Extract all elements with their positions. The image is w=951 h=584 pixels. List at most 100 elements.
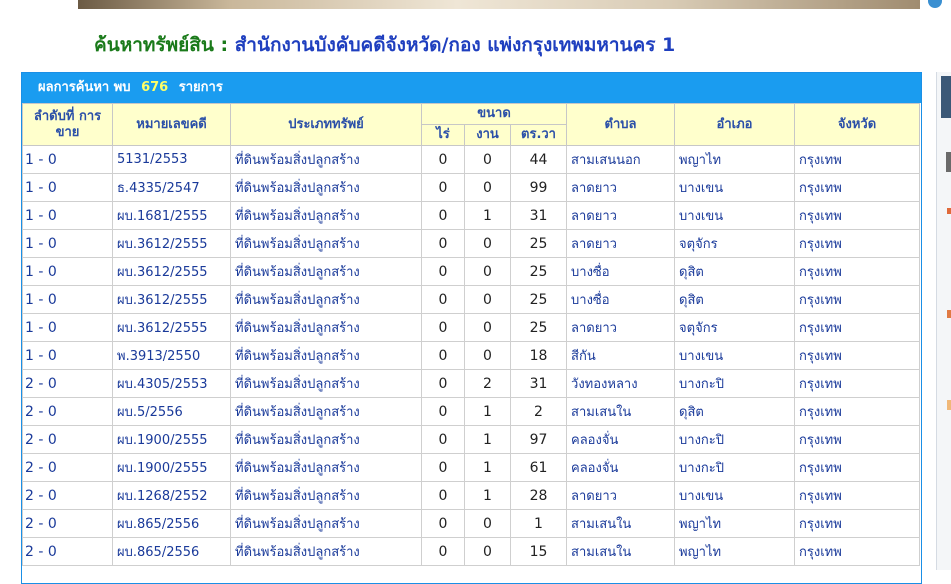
wa-cell: 25 (509, 229, 568, 258)
table-row[interactable]: 1 - 0 พ.3913/2550 ที่ดินพร้อมสิ่งปลูกสร้าง… (22, 341, 921, 370)
table-row[interactable]: 2 - 0 ผบ.1268/2552 ที่ดินพร้อมสิ่งปลูกสร้า… (22, 481, 921, 510)
province-cell: กรุงเทพ (794, 285, 921, 314)
table-row[interactable]: 2 - 0 ผบ.1900/2555 ที่ดินพร้อมสิ่งปลูกสร้า… (22, 425, 921, 454)
table-row[interactable]: 1 - 0 ธ.4335/2547 ที่ดินพร้อมสิ่งปลูกสร้าง… (22, 173, 921, 202)
amphoe-cell: พญาไท (674, 537, 796, 566)
case-number-link[interactable]: ผบ.5/2556 (112, 397, 231, 426)
sale-order-cell[interactable]: 2 - 0 (22, 369, 113, 398)
ngan-cell: 1 (464, 397, 511, 426)
sale-order-cell[interactable]: 1 - 0 (22, 201, 113, 230)
asset-type-link[interactable]: ที่ดินพร้อมสิ่งปลูกสร้าง (230, 285, 422, 314)
col-amphoe: อำเภอ (674, 103, 796, 146)
case-number-link[interactable]: ผบ.865/2556 (112, 509, 231, 538)
asset-type-link[interactable]: ที่ดินพร้อมสิ่งปลูกสร้าง (230, 257, 422, 286)
case-number-link[interactable]: ผบ.3612/2555 (112, 285, 231, 314)
sale-order-cell[interactable]: 2 - 0 (22, 509, 113, 538)
case-number-link[interactable]: ผบ.1268/2552 (112, 481, 231, 510)
sale-order-cell[interactable]: 1 - 0 (22, 173, 113, 202)
tambon-cell: วังทองหลาง (566, 369, 676, 398)
wa-cell: 18 (509, 341, 568, 370)
sale-order-cell[interactable]: 1 - 0 (22, 145, 113, 174)
asset-type-link[interactable]: ที่ดินพร้อมสิ่งปลูกสร้าง (230, 509, 422, 538)
asset-type-link[interactable]: ที่ดินพร้อมสิ่งปลูกสร้าง (230, 173, 422, 202)
ngan-cell: 1 (464, 425, 511, 454)
asset-type-link[interactable]: ที่ดินพร้อมสิ่งปลูกสร้าง (230, 453, 422, 482)
province-cell: กรุงเทพ (794, 229, 921, 258)
asset-type-link[interactable]: ที่ดินพร้อมสิ่งปลูกสร้าง (230, 369, 422, 398)
side-panel-mark (947, 400, 951, 410)
table-row[interactable]: 2 - 0 ผบ.865/2556 ที่ดินพร้อมสิ่งปลูกสร้าง… (22, 537, 921, 566)
tambon-cell: บางซื่อ (566, 257, 676, 286)
sale-order-cell[interactable]: 2 - 0 (22, 481, 113, 510)
table-row[interactable]: 2 - 0 ผบ.865/2556 ที่ดินพร้อมสิ่งปลูกสร้าง… (22, 509, 921, 538)
table-row[interactable]: 2 - 0 ผบ.5/2556 ที่ดินพร้อมสิ่งปลูกสร้าง 0 1… (22, 397, 921, 426)
tambon-cell: สามเสนใน (566, 397, 676, 426)
sale-order-cell[interactable]: 1 - 0 (22, 341, 113, 370)
rai-cell: 0 (421, 173, 465, 202)
province-cell: กรุงเทพ (794, 453, 921, 482)
table-row[interactable]: 1 - 0 ผบ.1681/2555 ที่ดินพร้อมสิ่งปลูกสร้า… (22, 201, 921, 230)
table-row[interactable]: 1 - 0 ผบ.3612/2555 ที่ดินพร้อมสิ่งปลูกสร้า… (22, 285, 921, 314)
amphoe-cell: จตุจักร (674, 229, 796, 258)
ngan-cell: 0 (464, 257, 511, 286)
sale-order-cell[interactable]: 1 - 0 (22, 257, 113, 286)
ngan-cell: 0 (464, 229, 511, 258)
col-sale-order: ลำดับที่ การขาย (22, 103, 113, 146)
province-cell: กรุงเทพ (794, 173, 921, 202)
wa-cell: 99 (509, 173, 568, 202)
asset-type-link[interactable]: ที่ดินพร้อมสิ่งปลูกสร้าง (230, 341, 422, 370)
sale-order-cell[interactable]: 1 - 0 (22, 285, 113, 314)
rai-cell: 0 (421, 229, 465, 258)
sale-order-cell[interactable]: 2 - 0 (22, 397, 113, 426)
rai-cell: 0 (421, 537, 465, 566)
wa-cell: 31 (509, 201, 568, 230)
case-number-link[interactable]: ผบ.3612/2555 (112, 313, 231, 342)
header-banner-image (78, 0, 920, 9)
amphoe-cell: บางกะปิ (674, 369, 796, 398)
amphoe-cell: บางกะปิ (674, 453, 796, 482)
asset-type-link[interactable]: ที่ดินพร้อมสิ่งปลูกสร้าง (230, 229, 422, 258)
asset-type-link[interactable]: ที่ดินพร้อมสิ่งปลูกสร้าง (230, 537, 422, 566)
wa-cell: 97 (509, 425, 568, 454)
case-number-link[interactable]: 5131/2553 (112, 145, 231, 174)
case-number-link[interactable]: พ.3913/2550 (112, 341, 231, 370)
case-number-link[interactable]: ผบ.3612/2555 (112, 229, 231, 258)
asset-type-link[interactable]: ที่ดินพร้อมสิ่งปลูกสร้าง (230, 425, 422, 454)
asset-type-link[interactable]: ที่ดินพร้อมสิ่งปลูกสร้าง (230, 313, 422, 342)
asset-type-link[interactable]: ที่ดินพร้อมสิ่งปลูกสร้าง (230, 481, 422, 510)
case-number-link[interactable]: ผบ.865/2556 (112, 537, 231, 566)
table-row[interactable]: 1 - 0 ผบ.3612/2555 ที่ดินพร้อมสิ่งปลูกสร้า… (22, 229, 921, 258)
results-summary: ผลการค้นหา พบ 676 รายการ (22, 73, 921, 103)
sale-order-cell[interactable]: 2 - 0 (22, 453, 113, 482)
table-row[interactable]: 2 - 0 ผบ.1900/2555 ที่ดินพร้อมสิ่งปลูกสร้า… (22, 453, 921, 482)
table-row[interactable]: 1 - 0 ผบ.3612/2555 ที่ดินพร้อมสิ่งปลูกสร้า… (22, 257, 921, 286)
province-cell: กรุงเทพ (794, 397, 921, 426)
case-number-link[interactable]: ผบ.1900/2555 (112, 453, 231, 482)
case-number-link[interactable]: ผบ.3612/2555 (112, 257, 231, 286)
case-number-link[interactable]: ผบ.1900/2555 (112, 425, 231, 454)
table-row[interactable]: 1 - 0 ผบ.3612/2555 ที่ดินพร้อมสิ่งปลูกสร้า… (22, 313, 921, 342)
sale-order-cell[interactable]: 2 - 0 (22, 425, 113, 454)
ngan-cell: 1 (464, 201, 511, 230)
case-number-link[interactable]: ผบ.4305/2553 (112, 369, 231, 398)
tambon-cell: บางซื่อ (566, 285, 676, 314)
case-number-link[interactable]: ธ.4335/2547 (112, 173, 231, 202)
rai-cell: 0 (421, 313, 465, 342)
province-cell: กรุงเทพ (794, 201, 921, 230)
asset-type-link[interactable]: ที่ดินพร้อมสิ่งปลูกสร้าง (230, 397, 422, 426)
wa-cell: 25 (509, 285, 568, 314)
page-title-office: สำนักงานบังคับคดีจังหวัด/กอง แพ่งกรุงเทพ… (234, 34, 676, 56)
table-row[interactable]: 2 - 0 ผบ.4305/2553 ที่ดินพร้อมสิ่งปลูกสร้า… (22, 369, 921, 398)
province-cell: กรุงเทพ (794, 341, 921, 370)
asset-type-link[interactable]: ที่ดินพร้อมสิ่งปลูกสร้าง (230, 145, 422, 174)
asset-type-link[interactable]: ที่ดินพร้อมสิ่งปลูกสร้าง (230, 201, 422, 230)
ngan-cell: 0 (464, 509, 511, 538)
amphoe-cell: พญาไท (674, 509, 796, 538)
sale-order-cell[interactable]: 1 - 0 (22, 313, 113, 342)
col-ngan: งาน (464, 124, 511, 146)
table-row[interactable]: 1 - 0 5131/2553 ที่ดินพร้อมสิ่งปลูกสร้าง 0 0… (22, 145, 921, 174)
case-number-link[interactable]: ผบ.1681/2555 (112, 201, 231, 230)
sale-order-cell[interactable]: 2 - 0 (22, 537, 113, 566)
sale-order-cell[interactable]: 1 - 0 (22, 229, 113, 258)
tambon-cell: ลาดยาว (566, 173, 676, 202)
